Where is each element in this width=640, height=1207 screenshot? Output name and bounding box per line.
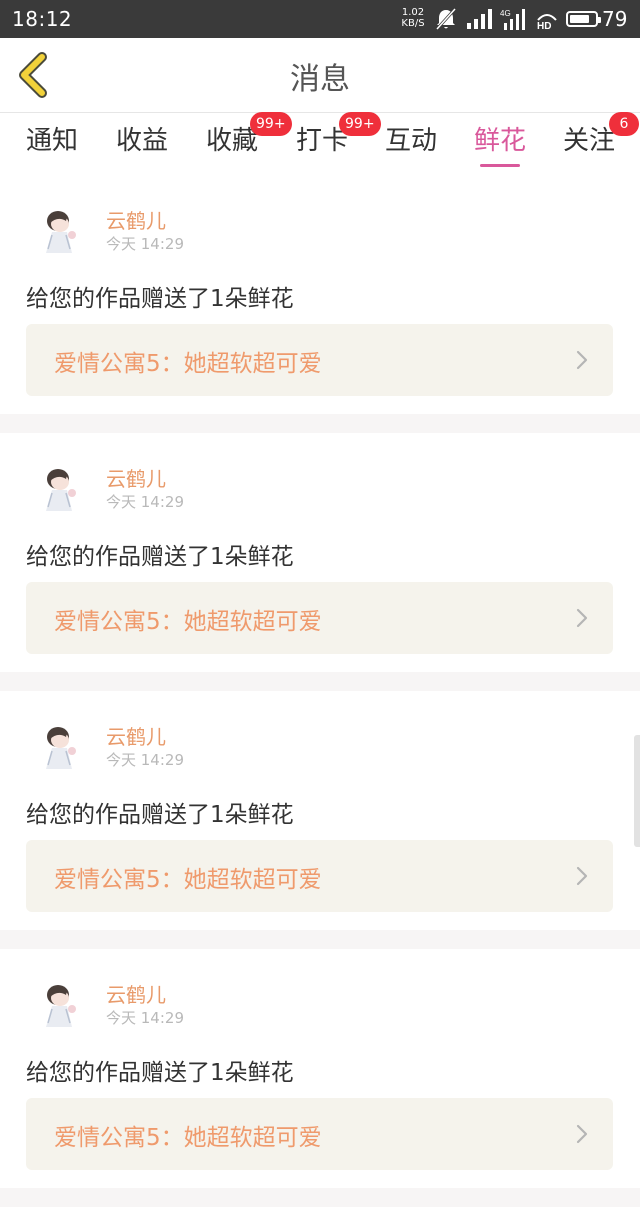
hd-icon: HD: [537, 14, 557, 30]
network-speed: 1.02 KB/S: [398, 7, 428, 29]
chevron-right-icon: [576, 1124, 588, 1144]
chevron-right-icon: [576, 866, 588, 886]
checkin-badge: 99+: [339, 112, 381, 136]
tab-following[interactable]: 关注 6: [563, 112, 639, 170]
tab-label: 通知: [26, 126, 79, 156]
favorites-badge: 99+: [250, 112, 292, 136]
message-time: 今天 14:29: [106, 493, 184, 511]
message-text: 给您的作品赠送了1朵鲜花: [26, 802, 294, 828]
message-text: 给您的作品赠送了1朵鲜花: [26, 544, 294, 570]
work-link[interactable]: 爱情公寓5：她超软超可爱: [26, 324, 613, 396]
message-list: 云鹤儿 今天 14:29 给您的作品赠送了1朵鲜花 爱情公寓5：她超软超可爱 云…: [0, 175, 640, 1207]
battery-icon: [566, 11, 601, 27]
scrollbar[interactable]: [634, 735, 640, 847]
tab-flowers[interactable]: 鲜花: [474, 120, 526, 170]
status-bar: 18:12 1.02 KB/S 4G HD 79: [0, 0, 640, 38]
work-title: 爱情公寓5：她超软超可爱: [54, 867, 322, 893]
page-title: 消息: [290, 62, 350, 97]
avatar[interactable]: [36, 205, 84, 257]
message-time: 今天 14:29: [106, 1009, 184, 1027]
sender-name[interactable]: 云鹤儿: [106, 463, 166, 492]
message-text: 给您的作品赠送了1朵鲜花: [26, 286, 294, 312]
work-link[interactable]: 爱情公寓5：她超软超可爱: [26, 840, 613, 912]
active-tab-underline: [480, 164, 521, 167]
svg-text:4G: 4G: [500, 9, 511, 18]
tab-label: 互动: [385, 126, 438, 156]
status-icons: 4G HD 79: [434, 7, 627, 31]
message-time: 今天 14:29: [106, 235, 184, 253]
tab-checkin[interactable]: 打卡 99+: [296, 112, 381, 170]
work-title: 爱情公寓5：她超软超可爱: [54, 1125, 322, 1151]
tab-notifications[interactable]: 通知: [26, 120, 78, 170]
list-item: 云鹤儿 今天 14:29 给您的作品赠送了1朵鲜花 爱情公寓5：她超软超可爱: [0, 949, 640, 1188]
list-item: 云鹤儿 今天 14:29 给您的作品赠送了1朵鲜花 爱情公寓5：她超软超可爱: [0, 175, 640, 414]
status-time: 18:12: [12, 7, 73, 31]
work-link[interactable]: 爱情公寓5：她超软超可爱: [26, 1098, 613, 1170]
4g-signal-icon: 4G: [500, 9, 525, 30]
network-speed-value: 1.02: [401, 7, 425, 18]
network-speed-unit: KB/S: [401, 18, 425, 29]
tab-interactions[interactable]: 互动: [385, 120, 437, 170]
work-title: 爱情公寓5：她超软超可爱: [54, 609, 322, 635]
header: 消息: [0, 38, 640, 113]
tab-bar: 通知 收益 收藏 99+ 打卡 99+ 互动 鲜花 关注 6: [0, 112, 640, 175]
battery: 79: [566, 7, 627, 31]
sender-name[interactable]: 云鹤儿: [106, 721, 166, 750]
battery-level: 79: [602, 7, 628, 31]
tab-label: 关注: [563, 126, 616, 156]
following-badge: 6: [609, 112, 639, 136]
tab-label: 鲜花: [474, 126, 527, 156]
signal-icon: [467, 9, 492, 29]
message-text: 给您的作品赠送了1朵鲜花: [26, 1060, 294, 1086]
avatar[interactable]: [36, 463, 84, 515]
avatar[interactable]: [36, 979, 84, 1031]
sender-name[interactable]: 云鹤儿: [106, 205, 166, 234]
tab-label: 收藏: [206, 126, 259, 156]
tab-label: 收益: [116, 126, 169, 156]
svg-text:HD: HD: [537, 21, 551, 30]
tab-earnings[interactable]: 收益: [116, 120, 168, 170]
chevron-right-icon: [576, 350, 588, 370]
work-title: 爱情公寓5：她超软超可爱: [54, 351, 322, 377]
mute-icon: [435, 8, 457, 30]
chevron-right-icon: [576, 608, 588, 628]
message-time: 今天 14:29: [106, 751, 184, 769]
list-item: 云鹤儿 今天 14:29 给您的作品赠送了1朵鲜花 爱情公寓5：她超软超可爱: [0, 691, 640, 930]
sender-name[interactable]: 云鹤儿: [106, 979, 166, 1008]
list-item: 云鹤儿 今天 14:29 给您的作品赠送了1朵鲜花 爱情公寓5：她超软超可爱: [0, 433, 640, 672]
work-link[interactable]: 爱情公寓5：她超软超可爱: [26, 582, 613, 654]
tab-favorites[interactable]: 收藏 99+: [206, 112, 292, 170]
avatar[interactable]: [36, 721, 84, 773]
